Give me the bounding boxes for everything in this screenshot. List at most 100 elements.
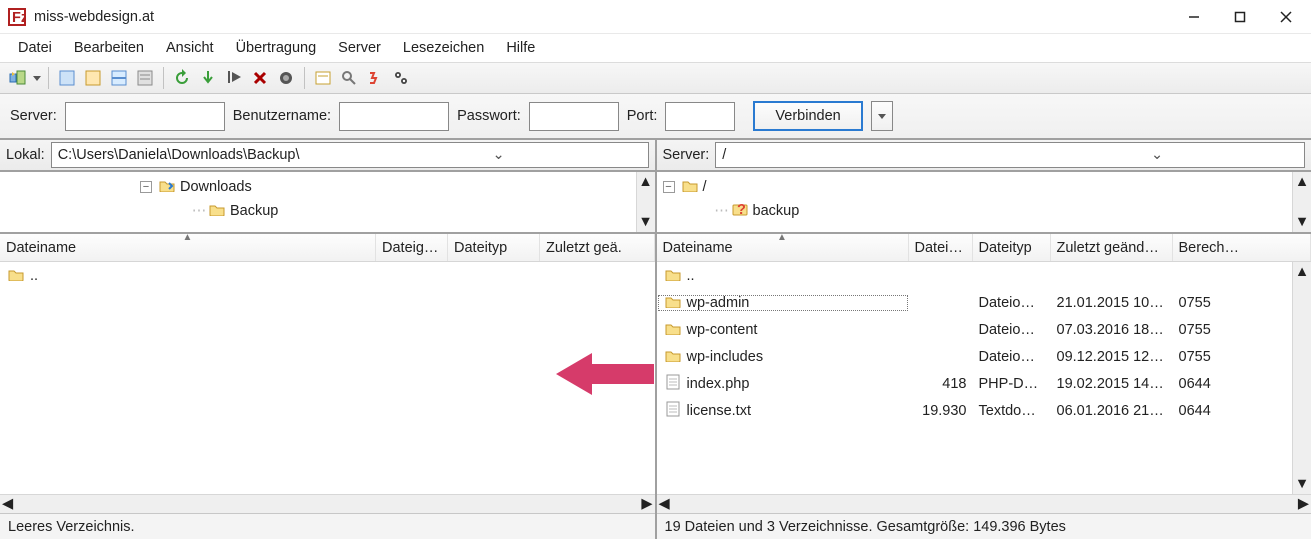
- file-modified: 06.01.2016 21…: [1051, 403, 1173, 419]
- svg-text:?: ?: [737, 202, 746, 216]
- user-input[interactable]: [339, 102, 449, 131]
- folder-icon: [663, 321, 683, 339]
- toggle-local-tree-icon[interactable]: [81, 66, 105, 90]
- toggle-log-icon[interactable]: [55, 66, 79, 90]
- remote-list-scrollbar[interactable]: ▲▼: [1292, 262, 1311, 494]
- tree-item-label: /: [699, 179, 707, 195]
- host-label: Server:: [10, 108, 57, 124]
- file-modified: 19.02.2015 14…: [1051, 376, 1173, 392]
- menu-hilfe[interactable]: Hilfe: [498, 38, 543, 58]
- file-type: Textdo…: [973, 403, 1051, 419]
- list-item[interactable]: index.php 418PHP-D…19.02.2015 14…0644: [657, 370, 1293, 397]
- list-item[interactable]: ..: [0, 262, 655, 289]
- folder-icon: [663, 294, 683, 312]
- file-name: index.php: [687, 376, 750, 392]
- file-permissions: 0644: [1173, 376, 1293, 392]
- pass-input[interactable]: [529, 102, 619, 131]
- close-button[interactable]: [1263, 2, 1309, 32]
- menu-ansicht[interactable]: Ansicht: [158, 38, 222, 58]
- port-input[interactable]: [665, 102, 735, 131]
- local-path-combo[interactable]: C:\Users\Daniela\Downloads\Backup\ ⌄: [51, 142, 649, 168]
- minimize-button[interactable]: [1171, 2, 1217, 32]
- host-input[interactable]: [65, 102, 225, 131]
- tree-item-label: Backup: [226, 203, 278, 219]
- tree-expand-toggle[interactable]: −: [663, 181, 675, 193]
- file-name: wp-admin: [687, 295, 750, 311]
- dropdown-icon[interactable]: [32, 76, 42, 81]
- tree-item-label: backup: [749, 203, 800, 219]
- file-size: 19.930: [909, 403, 973, 419]
- tree-expand-toggle[interactable]: −: [140, 181, 152, 193]
- file-permissions: 0755: [1173, 322, 1293, 338]
- tree-item[interactable]: ⋯?backup: [657, 199, 1293, 223]
- tree-item[interactable]: −Downloads: [0, 175, 636, 199]
- remote-list-header[interactable]: ▲Dateiname Datei… Dateityp Zuletzt geänd…: [657, 234, 1311, 262]
- port-label: Port:: [627, 108, 658, 124]
- file-type: Dateio…: [973, 349, 1051, 365]
- folder-icon: ?: [731, 202, 749, 220]
- file-permissions: 0755: [1173, 349, 1293, 365]
- folder-icon: [681, 178, 699, 196]
- menu-übertragung[interactable]: Übertragung: [228, 38, 325, 58]
- list-item[interactable]: ..: [657, 262, 1293, 289]
- remote-path-value: /: [716, 147, 1010, 163]
- local-tree[interactable]: −Downloads⋯Backup ▲▼: [0, 172, 655, 234]
- refresh-icon[interactable]: [170, 66, 194, 90]
- remote-status: 19 Dateien und 3 Verzeichnisse. Gesamtgr…: [657, 513, 1311, 539]
- file-icon: [663, 401, 683, 421]
- file-size: 418: [909, 376, 973, 392]
- remote-path-combo[interactable]: / ⌄: [715, 142, 1305, 168]
- maximize-button[interactable]: [1217, 2, 1263, 32]
- remote-path-label: Server:: [663, 147, 710, 163]
- menu-server[interactable]: Server: [330, 38, 389, 58]
- menu-bearbeiten[interactable]: Bearbeiten: [66, 38, 152, 58]
- folder-icon: [158, 178, 176, 196]
- tree-item[interactable]: −/: [657, 175, 1293, 199]
- folder-icon: [208, 202, 226, 220]
- remote-file-list[interactable]: ..wp-adminDateio…21.01.2015 10…0755wp-co…: [657, 262, 1293, 494]
- file-type: PHP-D…: [973, 376, 1051, 392]
- file-type: Dateio…: [973, 322, 1051, 338]
- sync-browse-icon[interactable]: [389, 66, 413, 90]
- chevron-down-icon[interactable]: ⌄: [350, 147, 648, 163]
- search-icon[interactable]: [337, 66, 361, 90]
- local-path-label: Lokal:: [6, 147, 45, 163]
- folder-icon: [6, 267, 26, 285]
- list-item[interactable]: wp-includesDateio…09.12.2015 12…0755: [657, 343, 1293, 370]
- toggle-queue-icon[interactable]: [133, 66, 157, 90]
- file-modified: 21.01.2015 10…: [1051, 295, 1173, 311]
- list-item[interactable]: wp-contentDateio…07.03.2016 18…0755: [657, 316, 1293, 343]
- remote-tree-scrollbar[interactable]: ▲▼: [1292, 172, 1311, 232]
- file-modified: 09.12.2015 12…: [1051, 349, 1173, 365]
- menu-datei[interactable]: Datei: [10, 38, 60, 58]
- local-tree-scrollbar[interactable]: ▲▼: [636, 172, 655, 232]
- title-bar: Fz miss-webdesign.at: [0, 0, 1311, 34]
- chevron-down-icon[interactable]: ⌄: [1010, 147, 1304, 163]
- folder-icon: [663, 348, 683, 366]
- toggle-remote-tree-icon[interactable]: [107, 66, 131, 90]
- filter-icon[interactable]: [311, 66, 335, 90]
- cancel-icon[interactable]: [222, 66, 246, 90]
- reconnect-icon[interactable]: [274, 66, 298, 90]
- remote-tree[interactable]: −/⋯?backup ▲▼: [657, 172, 1311, 234]
- local-list-header[interactable]: ▲Dateiname Dateig… Dateityp Zuletzt geä.: [0, 234, 655, 262]
- connect-history-dropdown[interactable]: [871, 101, 893, 131]
- svg-text:Fz: Fz: [12, 10, 26, 26]
- tree-item[interactable]: ⋯Backup: [0, 199, 636, 223]
- local-status: Leeres Verzeichnis.: [0, 513, 655, 539]
- pass-label: Passwort:: [457, 108, 521, 124]
- process-queue-icon[interactable]: [196, 66, 220, 90]
- connect-button[interactable]: Verbinden: [753, 101, 862, 131]
- local-file-list[interactable]: ..: [0, 262, 655, 494]
- list-item[interactable]: license.txt19.930Textdo…06.01.2016 21…06…: [657, 397, 1293, 424]
- disconnect-icon[interactable]: [248, 66, 272, 90]
- local-hscrollbar[interactable]: ◀▶: [0, 494, 655, 513]
- menu-bar: Datei Bearbeiten Ansicht ÜbertragungServer L…: [0, 34, 1311, 62]
- site-manager-icon[interactable]: [6, 66, 30, 90]
- local-pane: Lokal: C:\Users\Daniela\Downloads\Backup…: [0, 140, 657, 539]
- list-item[interactable]: wp-adminDateio…21.01.2015 10…0755: [657, 289, 1293, 316]
- file-name: wp-content: [687, 322, 758, 338]
- compare-icon[interactable]: [363, 66, 387, 90]
- menu-lesezeichen[interactable]: Lesezeichen: [395, 38, 492, 58]
- remote-hscrollbar[interactable]: ◀▶: [657, 494, 1311, 513]
